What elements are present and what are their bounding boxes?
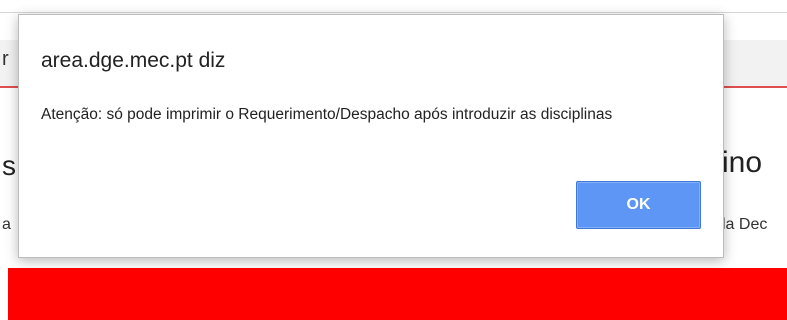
- browser-viewport: r s ino a la Dec area.dge.mec.pt diz Ate…: [0, 0, 787, 320]
- alert-message: Atenção: só pode imprimir o Requerimento…: [41, 106, 613, 123]
- page-top-bar: [0, 0, 787, 13]
- page-heading-right-fragment: ino: [722, 146, 763, 179]
- page-nav-text-fragment: r: [2, 48, 9, 70]
- page-heading-left-fragment: s: [2, 150, 16, 181]
- page-subtext-left-fragment: a: [2, 216, 11, 233]
- alert-title: area.dge.mec.pt diz: [41, 49, 226, 72]
- ok-button[interactable]: OK: [576, 181, 701, 229]
- page-red-band: [8, 268, 787, 320]
- page-subtext-right-fragment: la Dec: [722, 216, 768, 233]
- alert-dialog: area.dge.mec.pt diz Atenção: só pode imp…: [18, 14, 724, 258]
